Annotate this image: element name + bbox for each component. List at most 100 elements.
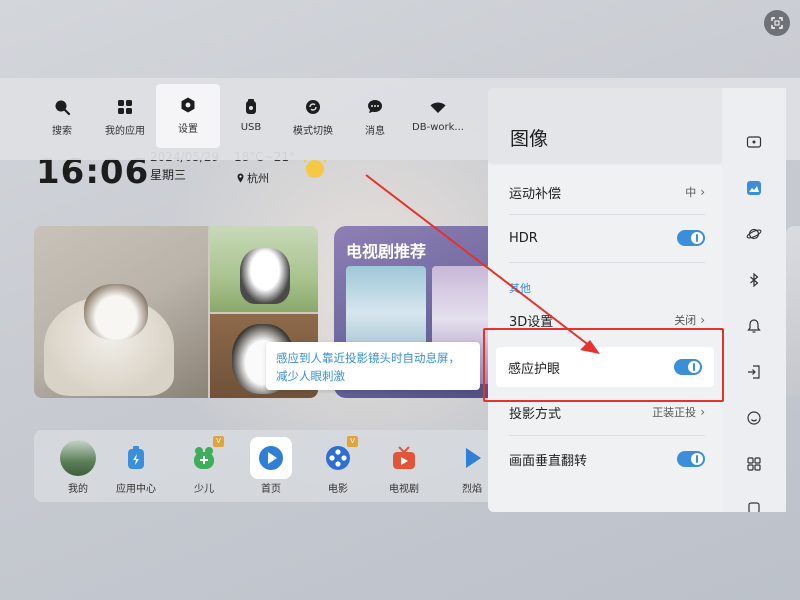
shortcut-label: 模式切换: [293, 126, 333, 137]
app-center-icon: [128, 446, 144, 469]
eye-care-tooltip: 感应到人靠近投影镜头时自动息屏，减少人眼刺激: [266, 342, 480, 390]
setting-value-wrap: 正装正投 ›: [652, 404, 705, 420]
app-icon-frame: V: [320, 436, 358, 476]
setting-3d[interactable]: 3D设置 关闭 ›: [509, 298, 705, 342]
setting-label: 3D设置: [509, 314, 554, 330]
setting-hdr[interactable]: HDR: [509, 216, 705, 260]
setting-label: 运动补偿: [509, 186, 562, 202]
category-bluetooth[interactable]: [744, 270, 764, 290]
location: 杭州: [236, 170, 269, 186]
planet-icon: [746, 228, 762, 240]
app-label: 应用中心: [116, 484, 156, 495]
category-planet[interactable]: [744, 224, 764, 244]
chevron-right-icon: ›: [700, 405, 705, 419]
setting-label: 感应护眼: [508, 361, 561, 377]
panel-header: 图像: [488, 88, 722, 162]
setting-label: 画面垂直翻转: [509, 453, 588, 469]
apps-grid-icon: [747, 457, 761, 471]
bluetooth-icon: [750, 272, 759, 288]
shortcut-label: DB-work...: [412, 122, 464, 133]
setting-value: 中: [685, 186, 697, 199]
shortcut-usb[interactable]: USB: [219, 94, 283, 148]
shortcut-my-apps[interactable]: 我的应用: [93, 94, 157, 148]
tv-card-title: 电视剧推荐: [346, 242, 427, 261]
offscreen-card: [786, 226, 800, 398]
toggle-on-mark: [693, 363, 695, 371]
setting-value-wrap: 关闭 ›: [674, 312, 705, 328]
category-smile[interactable]: [744, 408, 764, 428]
category-more[interactable]: [744, 498, 764, 512]
search-icon: [55, 100, 71, 116]
chevron-right-icon: ›: [700, 313, 705, 327]
app-label: 电影: [328, 484, 348, 495]
shortcut-label: 设置: [178, 124, 198, 135]
toggle-on-mark: [696, 234, 698, 242]
app-label: 首页: [261, 484, 281, 495]
smile-icon: [747, 411, 761, 425]
eye-care-toggle[interactable]: [674, 359, 702, 375]
dock-app-center[interactable]: 应用中心: [110, 440, 162, 495]
shortcut-messages[interactable]: 消息: [343, 94, 407, 148]
dock-app-home[interactable]: 首页: [245, 437, 297, 495]
shortcut-label: 搜索: [52, 126, 72, 137]
vertical-flip-toggle[interactable]: [677, 451, 705, 467]
dock-app-kids[interactable]: V 少儿: [178, 436, 230, 495]
usb-icon: [246, 99, 256, 114]
expand-icon: [771, 17, 783, 29]
message-icon: [368, 100, 382, 113]
setting-motion-compensation[interactable]: 运动补偿 中 ›: [509, 170, 705, 214]
dog-figure-1: [240, 248, 290, 304]
dog-photo-top: [210, 226, 318, 312]
app-label: 我的: [68, 484, 88, 495]
dock-app-movie[interactable]: V 电影: [312, 436, 364, 495]
app-label: 电视剧: [389, 484, 419, 495]
tv-icon: [393, 446, 415, 469]
app-icon-frame: [454, 440, 490, 476]
setting-eye-care[interactable]: 感应护眼: [496, 347, 714, 387]
gear-icon: [181, 97, 195, 113]
settings-list: 图像 运动补偿 中 › HDR 其他 3D设置 关闭 › 感应护眼 投影方式 正…: [488, 88, 722, 512]
settings-category-rail: [722, 88, 786, 512]
shortcut-mode-switch[interactable]: 模式切换: [281, 94, 345, 148]
dock-app-tv[interactable]: 电视剧: [378, 440, 430, 495]
picture-mode-icon: [746, 136, 762, 148]
toggle-on-mark: [696, 455, 698, 463]
film-reel-icon: [326, 446, 350, 470]
setting-value: 正装正投: [652, 406, 697, 419]
category-apps[interactable]: [744, 454, 764, 474]
section-label-other: 其他: [509, 282, 531, 295]
category-input-source[interactable]: [744, 362, 764, 382]
shortcut-settings[interactable]: 设置: [156, 84, 220, 148]
app-icon-frame: [250, 437, 292, 479]
category-notifications[interactable]: [744, 316, 764, 336]
divider: [509, 435, 705, 436]
wifi-icon: [430, 102, 446, 113]
shortcut-label: 我的应用: [105, 126, 145, 137]
city-name: 杭州: [247, 172, 269, 185]
setting-projection-mode[interactable]: 投影方式 正装正投 ›: [509, 390, 705, 434]
category-image[interactable]: [744, 178, 764, 198]
kids-icon: [194, 447, 214, 469]
bell-icon: [747, 319, 761, 333]
location-pin-icon: [237, 173, 244, 183]
shortcut-label: 消息: [365, 126, 385, 137]
panel-title: 图像: [510, 128, 549, 150]
setting-label: 投影方式: [509, 406, 562, 422]
avatar-icon: [60, 440, 96, 476]
shortcut-search[interactable]: 搜索: [30, 94, 94, 148]
app-icon-frame: [118, 440, 154, 476]
setting-value-wrap: 中 ›: [685, 184, 705, 200]
hdr-toggle[interactable]: [677, 230, 705, 246]
setting-vertical-flip[interactable]: 画面垂直翻转: [509, 437, 705, 481]
grid-icon: [118, 100, 132, 114]
play-icon: [466, 448, 481, 468]
vip-badge: V: [347, 436, 358, 447]
fullscreen-button[interactable]: [764, 10, 790, 36]
divider: [509, 214, 705, 215]
divider: [509, 262, 705, 263]
dock-app-mine[interactable]: 我的: [52, 440, 104, 495]
more-icon: [748, 502, 760, 512]
weekday-text: 星期三: [150, 168, 187, 182]
shortcut-wifi[interactable]: DB-work...: [406, 94, 470, 148]
category-picture-mode[interactable]: [744, 132, 764, 152]
